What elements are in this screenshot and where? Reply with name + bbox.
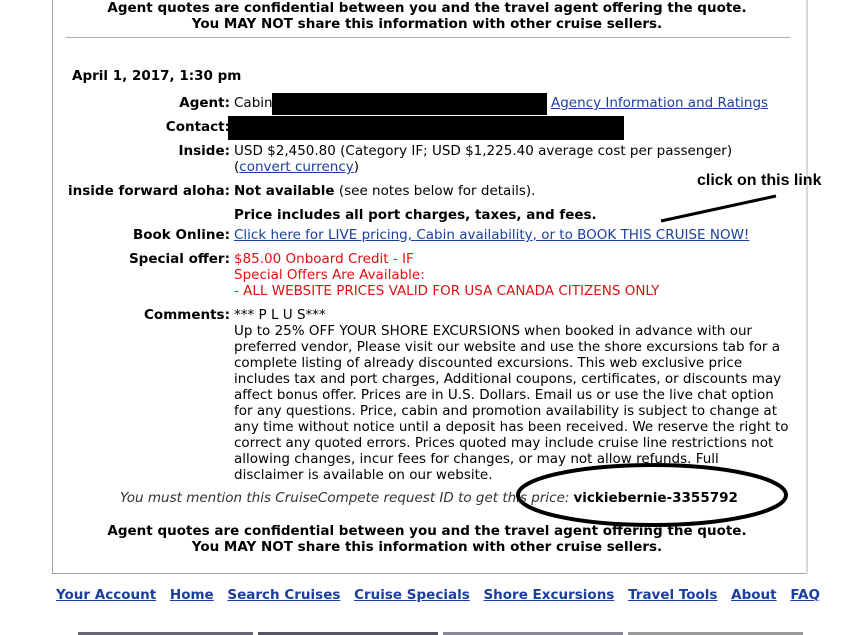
footer-link-about[interactable]: About [731,587,776,603]
footer-link-cruise-specials[interactable]: Cruise Specials [354,587,470,603]
annotation-arrow-line [660,194,777,223]
footer-link-search-cruises[interactable]: Search Cruises [227,587,340,603]
annotation-circle [516,463,788,527]
footer-link-your-account[interactable]: Your Account [56,587,156,603]
footer-link-shore-excursions[interactable]: Shore Excursions [483,587,614,603]
footer-link-home[interactable]: Home [170,587,214,603]
footer-nav: Your Account Home Search Cruises Cruise … [56,587,829,603]
footer-link-travel-tools[interactable]: Travel Tools [628,587,717,603]
annotation-overlay [516,194,788,527]
footer-link-faq[interactable]: FAQ [790,587,820,603]
